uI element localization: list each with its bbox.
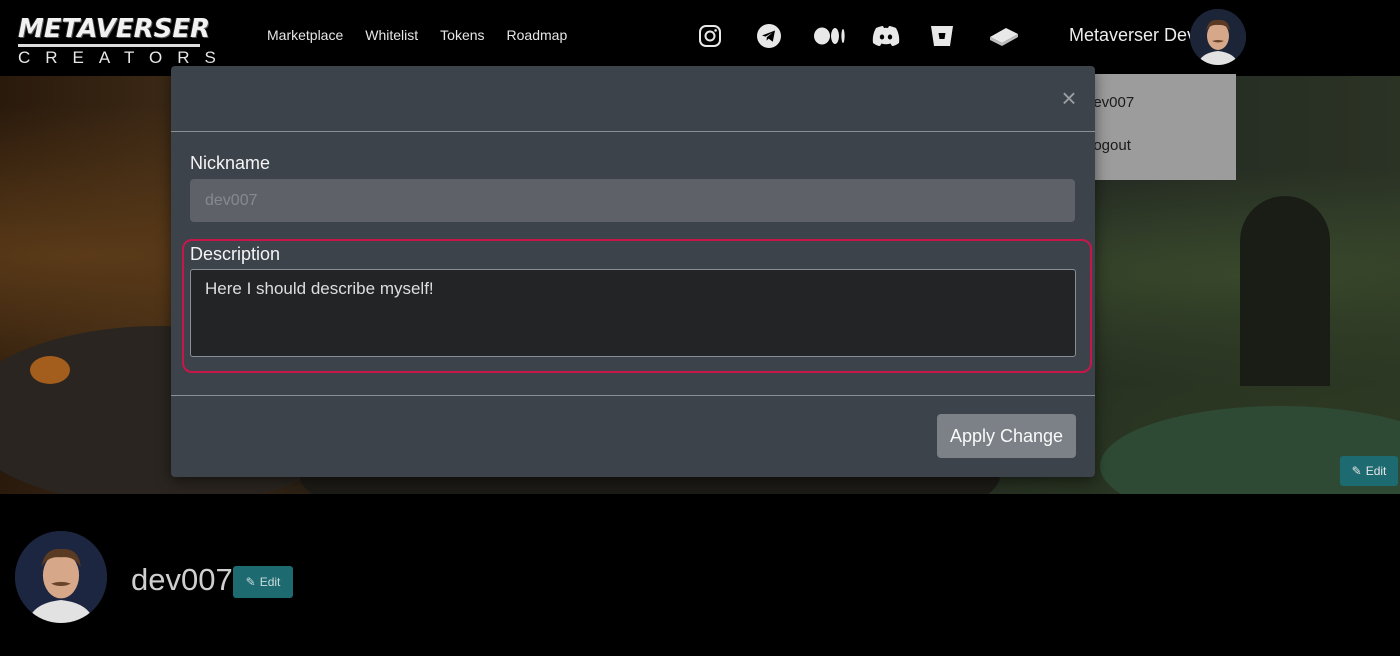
description-textarea[interactable]: Here I should describe myself! <box>190 269 1076 357</box>
profile-edit-label: Edit <box>259 575 281 589</box>
nickname-label: Nickname <box>190 153 271 173</box>
modal-footer: Apply Change <box>171 395 1095 478</box>
gitbook-icon[interactable] <box>988 20 1046 52</box>
edit-icon: ✎ <box>245 575 256 589</box>
profile-name: dev007 <box>131 562 233 597</box>
brand-logo-subtitle: CREATORS <box>18 48 231 67</box>
description-label: Description <box>190 244 281 264</box>
modal-header: × <box>171 66 1095 132</box>
user-dropdown-menu: dev007 Logout <box>1085 74 1236 180</box>
telegram-icon[interactable] <box>756 20 814 52</box>
edit-icon: ✎ <box>1351 464 1362 478</box>
top-navbar: METAVERSER CREATORS Marketplace Whitelis… <box>0 0 1400 76</box>
banner-arch <box>1240 196 1330 386</box>
user-avatar[interactable] <box>1190 9 1246 65</box>
nav-link-marketplace[interactable]: Marketplace <box>267 24 343 46</box>
discord-icon[interactable] <box>872 20 930 52</box>
nav-links: Marketplace Whitelist Tokens Roadmap <box>267 24 567 46</box>
nickname-input[interactable] <box>190 179 1075 222</box>
nav-link-tokens[interactable]: Tokens <box>440 24 484 46</box>
banner-edit-button[interactable]: ✎ Edit <box>1340 456 1398 486</box>
instagram-icon[interactable] <box>698 20 756 52</box>
profile-avatar <box>15 531 107 623</box>
apply-change-button[interactable]: Apply Change <box>937 414 1076 458</box>
nav-link-roadmap[interactable]: Roadmap <box>507 24 568 46</box>
nav-link-whitelist[interactable]: Whitelist <box>365 24 418 46</box>
brand-logo-title: METAVERSER <box>18 14 210 47</box>
bitbucket-icon[interactable] <box>930 20 988 52</box>
brand-logo[interactable]: METAVERSER CREATORS <box>18 14 231 70</box>
medium-icon[interactable] <box>814 20 872 52</box>
banner-edit-label: Edit <box>1365 464 1387 478</box>
user-menu-name[interactable]: Metaverser Dev <box>1069 23 1196 47</box>
close-icon[interactable]: × <box>1055 84 1083 112</box>
banner-lantern-glow <box>30 356 70 384</box>
edit-profile-modal: × Nickname Description Here I should des… <box>171 66 1095 477</box>
profile-edit-button[interactable]: ✎ Edit <box>233 566 293 598</box>
social-links <box>698 20 1046 52</box>
